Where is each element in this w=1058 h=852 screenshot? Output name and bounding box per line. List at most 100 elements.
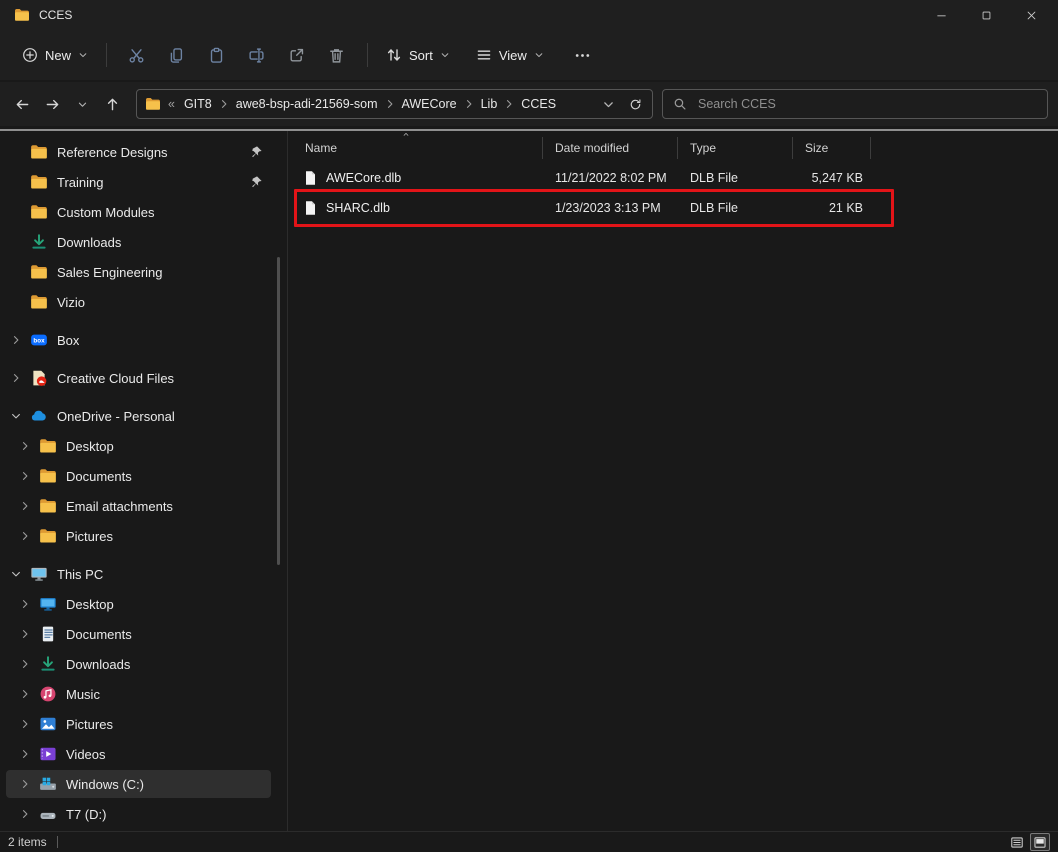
chevron-slot[interactable] [19, 470, 39, 482]
chevron-down-icon [10, 410, 22, 422]
copy-icon [168, 47, 185, 64]
thumbnail-view-toggle[interactable] [1030, 833, 1050, 851]
sidebar-item-pictures[interactable]: Pictures [6, 710, 271, 738]
chevron-down-icon [440, 50, 450, 60]
sidebar-item-email-attachments[interactable]: Email attachments [6, 492, 271, 520]
sidebar-item-label: Documents [66, 469, 132, 484]
chevron-slot[interactable] [19, 718, 39, 730]
sidebar-item-documents[interactable]: Documents [6, 620, 271, 648]
sidebar-item-box[interactable]: boxBox [6, 326, 271, 354]
sidebar-item-this-pc[interactable]: This PC [6, 560, 271, 588]
breadcrumb-collapsed-marker[interactable]: « [168, 97, 175, 111]
paste-button[interactable] [197, 38, 235, 72]
chevron-right-icon [19, 688, 31, 700]
sidebar-item-creative-cloud-files[interactable]: Creative Cloud Files [6, 364, 271, 392]
breadcrumb-segment-cces[interactable]: CCES [519, 97, 558, 111]
column-header-name[interactable]: Name [293, 137, 543, 159]
downloads-icon [30, 233, 48, 251]
sidebar-item-pictures[interactable]: Pictures [6, 522, 271, 550]
sidebar-item-windows-c[interactable]: Windows (C:) [6, 770, 271, 798]
refresh-icon[interactable] [629, 98, 642, 111]
sidebar-item-downloads[interactable]: Downloads [6, 228, 271, 256]
sidebar-item-training[interactable]: Training [6, 168, 271, 196]
sidebar-item-sales-engineering[interactable]: Sales Engineering [6, 258, 271, 286]
pictures-icon [39, 715, 57, 733]
search-box [662, 89, 1048, 119]
this-pc-icon [30, 565, 48, 583]
sidebar-item-label: T7 (D:) [66, 807, 106, 822]
rename-button[interactable] [237, 38, 275, 72]
chevron-down-icon [10, 568, 22, 580]
file-row-sharc-dlb[interactable]: SHARC.dlb1/23/2023 3:13 PMDLB File21 KB [293, 193, 1048, 223]
recent-locations-button[interactable] [70, 92, 94, 116]
chevron-down-icon [534, 50, 544, 60]
chevron-slot[interactable] [19, 658, 39, 670]
chevron-slot[interactable] [19, 598, 39, 610]
chevron-slot[interactable] [10, 372, 30, 384]
chevron-down-icon[interactable] [602, 98, 615, 111]
new-button[interactable]: New [14, 38, 96, 72]
sort-arrows-icon [386, 47, 402, 63]
chevron-slot[interactable] [19, 440, 39, 452]
minimize-button[interactable] [923, 0, 968, 30]
chevron-slot[interactable] [10, 568, 30, 580]
sidebar-item-label: Reference Designs [57, 145, 168, 160]
cut-button[interactable] [117, 38, 155, 72]
breadcrumb-segment-git8[interactable]: GIT8 [182, 97, 214, 111]
file-row-awecore-dlb[interactable]: AWECore.dlb11/21/2022 8:02 PMDLB File5,2… [293, 163, 1048, 193]
chevron-slot[interactable] [19, 530, 39, 542]
maximize-button[interactable] [968, 0, 1013, 30]
chevron-slot[interactable] [19, 808, 39, 820]
back-button[interactable] [10, 92, 34, 116]
breadcrumb[interactable]: « GIT8 awe8-bsp-adi-21569-som AWECore Lib CC… [136, 89, 653, 119]
chevron-slot [10, 146, 30, 158]
sidebar-item-music[interactable]: Music [6, 680, 271, 708]
copy-button[interactable] [157, 38, 195, 72]
sidebar-item-t7-d[interactable]: T7 (D:) [6, 800, 271, 828]
more-options-button[interactable] [564, 38, 602, 72]
sidebar-item-desktop[interactable]: Desktop [6, 432, 271, 460]
file-name-cell: SHARC.dlb [293, 200, 543, 216]
forward-button[interactable] [40, 92, 64, 116]
breadcrumb-segment-awecore[interactable]: AWECore [400, 97, 459, 111]
rename-icon [248, 47, 265, 64]
chevron-slot[interactable] [10, 334, 30, 346]
folder-icon [30, 203, 48, 221]
column-header-type[interactable]: Type [678, 137, 793, 159]
sidebar-item-reference-designs[interactable]: Reference Designs [6, 138, 271, 166]
sidebar-scrollbar[interactable] [277, 257, 280, 565]
chevron-slot [10, 176, 30, 188]
share-button[interactable] [277, 38, 315, 72]
sidebar-item-downloads[interactable]: Downloads [6, 650, 271, 678]
sidebar-item-vizio[interactable]: Vizio [6, 288, 271, 316]
search-input[interactable] [696, 96, 1037, 112]
breadcrumb-separator-icon [384, 98, 396, 110]
breadcrumb-segment-awe8-bsp-adi-21569-som[interactable]: awe8-bsp-adi-21569-som [234, 97, 380, 111]
sidebar-item-documents[interactable]: Documents [6, 462, 271, 490]
sidebar-item-desktop[interactable]: Desktop [6, 590, 271, 618]
view-button[interactable]: View [468, 38, 552, 72]
chevron-slot[interactable] [19, 500, 39, 512]
chevron-slot[interactable] [19, 628, 39, 640]
sort-button[interactable]: Sort [378, 38, 458, 72]
file-name: SHARC.dlb [326, 201, 390, 215]
chevron-slot[interactable] [19, 748, 39, 760]
sidebar-item-custom-modules[interactable]: Custom Modules [6, 198, 271, 226]
chevron-slot[interactable] [19, 688, 39, 700]
sidebar-item-label: Sales Engineering [57, 265, 163, 280]
creative-cloud-icon [30, 369, 48, 387]
close-button[interactable] [1013, 0, 1058, 30]
chevron-slot[interactable] [19, 778, 39, 790]
details-view-toggle[interactable] [1008, 834, 1026, 850]
delete-button[interactable] [317, 38, 355, 72]
breadcrumb-segment-lib[interactable]: Lib [479, 97, 500, 111]
up-button[interactable] [100, 92, 124, 116]
column-header-date-modified[interactable]: Date modified [543, 137, 678, 159]
sidebar-item-onedrive-personal[interactable]: OneDrive - Personal [6, 402, 271, 430]
sidebar-item-videos[interactable]: Videos [6, 740, 271, 768]
column-headers: Name Date modified Type Size [293, 137, 1048, 159]
column-header-type-label: Type [690, 141, 716, 155]
chevron-slot [10, 206, 30, 218]
chevron-slot[interactable] [10, 410, 30, 422]
column-header-size[interactable]: Size [793, 137, 871, 159]
